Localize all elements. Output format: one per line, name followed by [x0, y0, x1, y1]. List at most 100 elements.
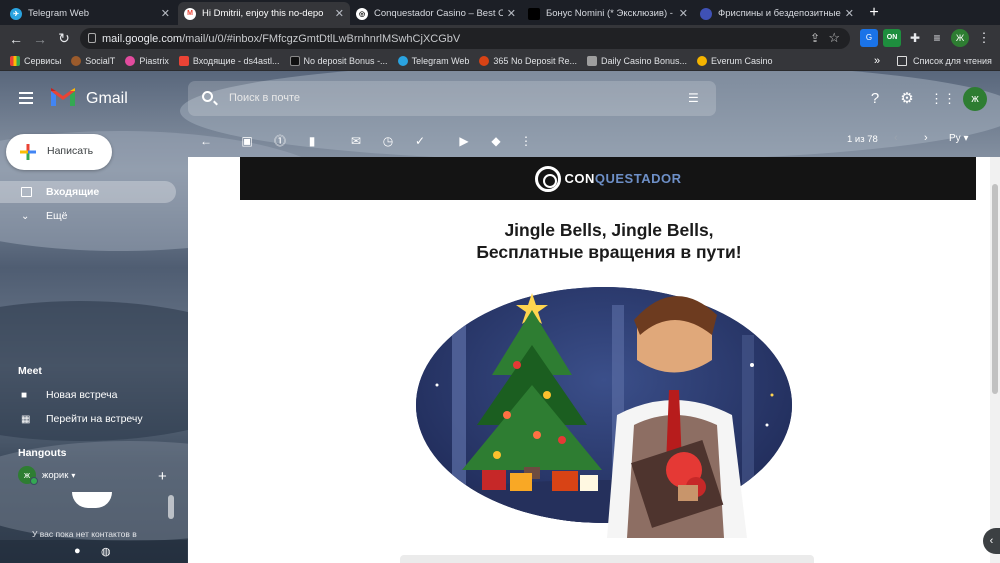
reading-list-button[interactable]: Список для чтения: [913, 56, 992, 66]
translate-icon[interactable]: G: [860, 29, 878, 47]
bookmark-piastrix[interactable]: Piastrix: [125, 56, 169, 66]
mail-search-bar[interactable]: Поиск в почте ☰: [188, 81, 716, 116]
keyboard-icon: ▦: [21, 413, 31, 425]
move-to-icon[interactable]: ▶: [456, 133, 472, 149]
kebab-menu-icon[interactable]: ⋮: [975, 29, 993, 47]
bookmark-365[interactable]: 365 No Deposit Re...: [479, 56, 577, 66]
caret-down-icon: ▾: [71, 470, 76, 480]
bookmark-nodeposit[interactable]: No deposit Bonus -...: [289, 56, 388, 66]
forward-icon[interactable]: →: [28, 31, 52, 47]
person-icon[interactable]: ●: [74, 545, 86, 557]
email-scrollbar[interactable]: [990, 157, 1000, 563]
headline-line2: Бесплатные вращения в пути!: [476, 242, 742, 262]
gmail-brand: Gmail: [86, 90, 128, 107]
address-bar-row: ← → ↻ mail.google.com/mail/u/0/#inbox/FM…: [0, 25, 1000, 52]
tab-telegram[interactable]: ✈ Telegram Web ✕: [4, 2, 176, 25]
puzzle-icon[interactable]: ✚: [906, 29, 924, 47]
snooze-icon[interactable]: ◷: [380, 133, 396, 149]
close-icon[interactable]: ✕: [161, 7, 170, 20]
share-icon[interactable]: ⇪: [810, 31, 820, 45]
site-icon: [289, 56, 300, 66]
playlist-icon[interactable]: ≡: [928, 29, 946, 47]
star-icon[interactable]: ☆: [828, 30, 840, 46]
conquestador-icon: ◎: [356, 7, 368, 20]
bookmarks-more-button[interactable]: »: [874, 55, 880, 67]
tab-nomini[interactable]: Бонус Nomini (* Эксклюзив) - 1 ✕: [522, 2, 694, 25]
mark-unread-icon[interactable]: ✉: [348, 133, 364, 149]
profile-avatar[interactable]: Ж: [951, 29, 969, 47]
close-icon[interactable]: ✕: [845, 7, 854, 20]
url-host: mail.google.com: [102, 32, 183, 45]
piastrix-icon: [125, 56, 136, 66]
bookmark-telegram[interactable]: Telegram Web: [397, 56, 469, 66]
hangouts-user[interactable]: ж жорик ▾: [18, 466, 76, 485]
bookmark-daily[interactable]: Daily Casino Bonus...: [586, 56, 688, 66]
label-icon[interactable]: ◆: [488, 133, 504, 149]
add-contact-button[interactable]: +: [158, 468, 167, 485]
sidebar-scrollbar[interactable]: [168, 495, 174, 519]
bookmark-label: Daily Casino Bonus...: [600, 56, 688, 66]
close-icon[interactable]: ✕: [507, 7, 516, 20]
hangouts-section-title: Hangouts: [18, 447, 67, 459]
gmail-icon: M: [184, 7, 196, 20]
brand-text-part1: CON: [564, 171, 595, 186]
sidebar-item-more[interactable]: ⌄ Ещё: [0, 205, 176, 227]
email-headline: Jingle Bells, Jingle Bells, Бесплатные в…: [400, 219, 818, 263]
bookmark-inbox[interactable]: Входящие - ds4astl...: [178, 56, 280, 66]
compose-label: Написать: [47, 145, 94, 157]
inbox-icon: [21, 187, 32, 197]
bookmark-socialt[interactable]: SocialT: [71, 56, 115, 66]
hangouts-icon[interactable]: ◍: [101, 545, 113, 558]
new-tab-button[interactable]: +: [865, 4, 883, 22]
apps-grid-icon[interactable]: ⋮⋮: [930, 90, 956, 108]
settings-gear-icon[interactable]: ⚙: [898, 90, 916, 108]
meet-join-meeting[interactable]: ▦ Перейти на встречу: [0, 408, 176, 430]
sidebar-item-inbox[interactable]: Входящие: [0, 181, 176, 203]
main-menu-icon[interactable]: [19, 92, 33, 104]
account-avatar[interactable]: ж: [963, 87, 987, 111]
scrollbar-thumb[interactable]: [992, 184, 998, 394]
message-toolbar: ← ▣ ⓵ ▮ ✉ ◷ ✓ ▶ ◆ ⋮: [188, 127, 1000, 157]
tab-conquestador[interactable]: ◎ Conquestador Casino – Best On ✕: [350, 2, 522, 25]
meet-new-meeting[interactable]: ■ Новая встреча: [0, 384, 176, 406]
conquestador-logo-icon: [534, 165, 561, 192]
url-path: /mail/u/0/#inbox/FMfcgzGmtDtlLwBrnhnrlMS…: [182, 32, 461, 45]
tab-title: Conquestador Casino – Best On: [374, 8, 503, 19]
tab-gmail[interactable]: M Hi Dmitrii, enjoy this no-depo ✕: [178, 2, 350, 25]
more-options-icon[interactable]: ⋮: [518, 133, 534, 149]
close-icon[interactable]: ✕: [679, 7, 688, 20]
meet-item-label: Новая встреча: [46, 389, 118, 401]
sidebar-item-label: Входящие: [46, 186, 100, 198]
search-icon[interactable]: [202, 91, 213, 102]
reload-icon[interactable]: ↻: [52, 30, 76, 47]
telegram-icon: ✈: [10, 7, 22, 20]
next-page-icon[interactable]: ›: [924, 132, 928, 144]
report-spam-icon[interactable]: ⓵: [272, 133, 288, 149]
bookmark-services[interactable]: Сервисы: [10, 56, 61, 66]
pagination-count: 1 из 78: [847, 134, 878, 145]
delete-icon[interactable]: ▮: [304, 133, 320, 149]
hangouts-bottom-bar: ● ◍: [0, 540, 187, 563]
url-field[interactable]: mail.google.com/mail/u/0/#inbox/FMfcgzGm…: [80, 28, 850, 49]
video-camera-icon: ■: [21, 389, 28, 401]
back-arrow-icon[interactable]: ←: [198, 133, 214, 149]
bookmarks-bar: Сервисы SocialT Piastrix Входящие - ds4a…: [0, 52, 1000, 71]
help-icon[interactable]: ?: [866, 90, 884, 108]
gmail-icon: [178, 56, 189, 66]
compose-button[interactable]: Написать: [6, 134, 112, 170]
add-task-icon[interactable]: ✓: [412, 133, 428, 149]
nomini-icon: [528, 7, 540, 20]
search-options-icon[interactable]: ☰: [688, 92, 702, 104]
extension-on-badge[interactable]: ON: [883, 29, 901, 47]
gmail-logo-icon: [51, 88, 75, 106]
archive-icon[interactable]: ▣: [239, 133, 255, 149]
tab-freespins[interactable]: Фриспины и бездепозитные бо ✕: [694, 2, 860, 25]
bookmark-everum[interactable]: Everum Casino: [697, 56, 773, 66]
search-input[interactable]: Поиск в почте: [229, 92, 300, 104]
bookmark-label: Сервисы: [24, 56, 62, 66]
prev-page-icon[interactable]: ‹: [894, 132, 898, 144]
back-icon[interactable]: ←: [4, 31, 28, 47]
christmas-promo-illustration: [416, 287, 792, 538]
close-icon[interactable]: ✕: [335, 7, 344, 20]
input-tools-select[interactable]: Ру ▾: [949, 133, 968, 144]
